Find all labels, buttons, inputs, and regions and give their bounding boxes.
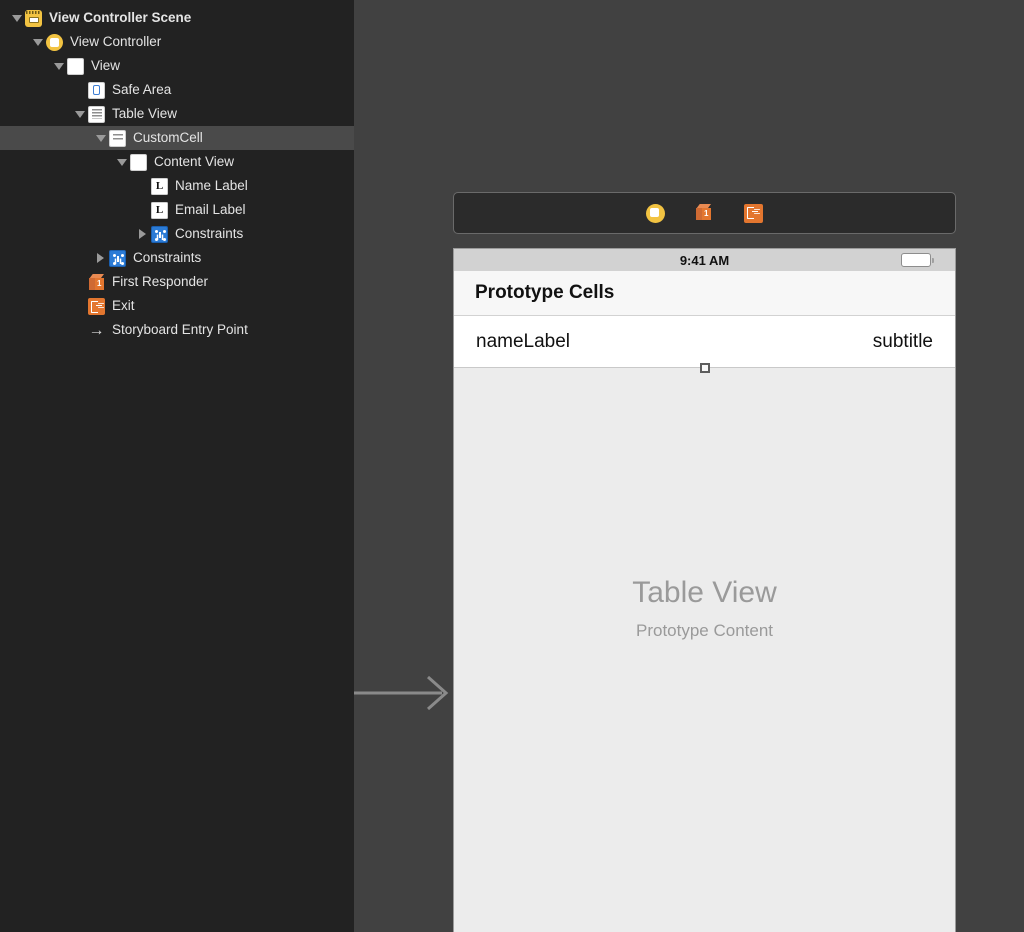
outline-row-email-label[interactable]: L Email Label	[0, 198, 354, 222]
constraints-icon	[151, 225, 168, 243]
view-controller-icon	[46, 33, 63, 51]
disclosure-triangle-icon[interactable]	[8, 6, 25, 30]
outline-row-customcell[interactable]: CustomCell	[0, 126, 354, 150]
outline-row-label: Name Label	[175, 177, 248, 193]
table-view-placeholder-subtitle: Prototype Content	[635, 620, 774, 640]
storyboard-canvas[interactable]: 1 9:41 AM Prototype Cells nameLabel subt…	[354, 0, 1024, 932]
table-view-placeholder-title: Table View	[632, 576, 777, 609]
outline-row-exit[interactable]: Exit	[0, 294, 354, 318]
outline-row-label: Safe Area	[112, 81, 172, 97]
entry-point-icon: →	[88, 321, 105, 339]
navigation-bar-title: Prototype Cells	[475, 282, 615, 303]
disclosure-triangle-icon[interactable]	[134, 222, 151, 246]
exit-icon	[88, 297, 105, 315]
table-view-icon	[88, 105, 105, 123]
prototype-cell-name-label[interactable]: nameLabel	[476, 331, 570, 353]
outline-row-label: View	[91, 57, 121, 73]
safe-area-icon	[88, 81, 105, 99]
outline-row-view-controller[interactable]: View Controller	[0, 30, 354, 54]
outline-row-storyboard-entry-point[interactable]: → Storyboard Entry Point	[0, 318, 354, 342]
outline-row-first-responder[interactable]: 1 First Responder	[0, 270, 354, 294]
exit-icon[interactable]	[744, 203, 763, 223]
label-icon: L	[151, 177, 168, 195]
outline-row-label: Constraints	[133, 249, 202, 265]
disclosure-triangle-icon[interactable]	[92, 126, 109, 150]
outline-row-view[interactable]: View	[0, 54, 354, 78]
xcode-interface-builder: View Controller Scene View Controller View…	[0, 0, 1024, 932]
table-view-placeholder: Table View Prototype Content	[454, 573, 955, 641]
disclosure-triangle-icon[interactable]	[113, 150, 130, 174]
device-preview: 9:41 AM Prototype Cells nameLabel subtit…	[453, 248, 956, 932]
table-cell-icon	[109, 129, 126, 147]
storyboard-entry-point-arrow	[354, 675, 449, 711]
outline-row-label: View Controller Scene	[49, 9, 192, 25]
constraints-icon	[109, 249, 126, 267]
prototype-cell[interactable]: nameLabel subtitle	[454, 316, 955, 373]
outline-row-label: Email Label	[175, 201, 246, 217]
outline-row-label: Storyboard Entry Point	[112, 321, 248, 337]
disclosure-triangle-icon[interactable]	[92, 246, 109, 270]
outline-row-view-controller-scene[interactable]: View Controller Scene	[0, 6, 354, 30]
first-responder-icon[interactable]: 1	[695, 204, 714, 223]
status-bar: 9:41 AM	[454, 249, 955, 271]
status-bar-time: 9:41 AM	[679, 252, 730, 268]
outline-row-label: CustomCell	[133, 129, 203, 145]
outline-row-constraints[interactable]: Constraints	[0, 222, 354, 246]
disclosure-triangle-icon[interactable]	[71, 102, 88, 126]
outline-row-label: Constraints	[175, 225, 244, 241]
table-view-body[interactable]: Table View Prototype Content	[454, 368, 955, 931]
view-controller-icon[interactable]	[646, 203, 665, 223]
outline-row-safe-area[interactable]: Safe Area	[0, 78, 354, 102]
navigation-bar: Prototype Cells	[454, 271, 955, 316]
outline-row-table-view[interactable]: Table View	[0, 102, 354, 126]
view-icon	[130, 153, 147, 171]
disclosure-triangle-icon[interactable]	[29, 30, 46, 54]
document-outline-panel: View Controller Scene View Controller View…	[0, 0, 354, 932]
outline-row-label: First Responder	[112, 273, 209, 289]
view-icon	[67, 57, 84, 75]
battery-icon	[901, 253, 934, 267]
disclosure-triangle-icon[interactable]	[50, 54, 67, 78]
prototype-cell-detail-label[interactable]: subtitle	[873, 331, 933, 353]
scene-dock[interactable]: 1	[453, 192, 956, 234]
outline-row-content-view[interactable]: Content View	[0, 150, 354, 174]
first-responder-icon: 1	[88, 274, 105, 291]
outline-row-label: Exit	[112, 297, 135, 313]
outline-row-label: View Controller	[70, 33, 162, 49]
outline-row-label: Content View	[154, 153, 235, 169]
label-icon: L	[151, 201, 168, 219]
scene-icon	[25, 9, 42, 27]
outline-row-label: Table View	[112, 105, 178, 121]
selection-handle[interactable]	[699, 363, 710, 373]
outline-row-constraints[interactable]: Constraints	[0, 246, 354, 270]
outline-row-name-label[interactable]: L Name Label	[0, 174, 354, 198]
